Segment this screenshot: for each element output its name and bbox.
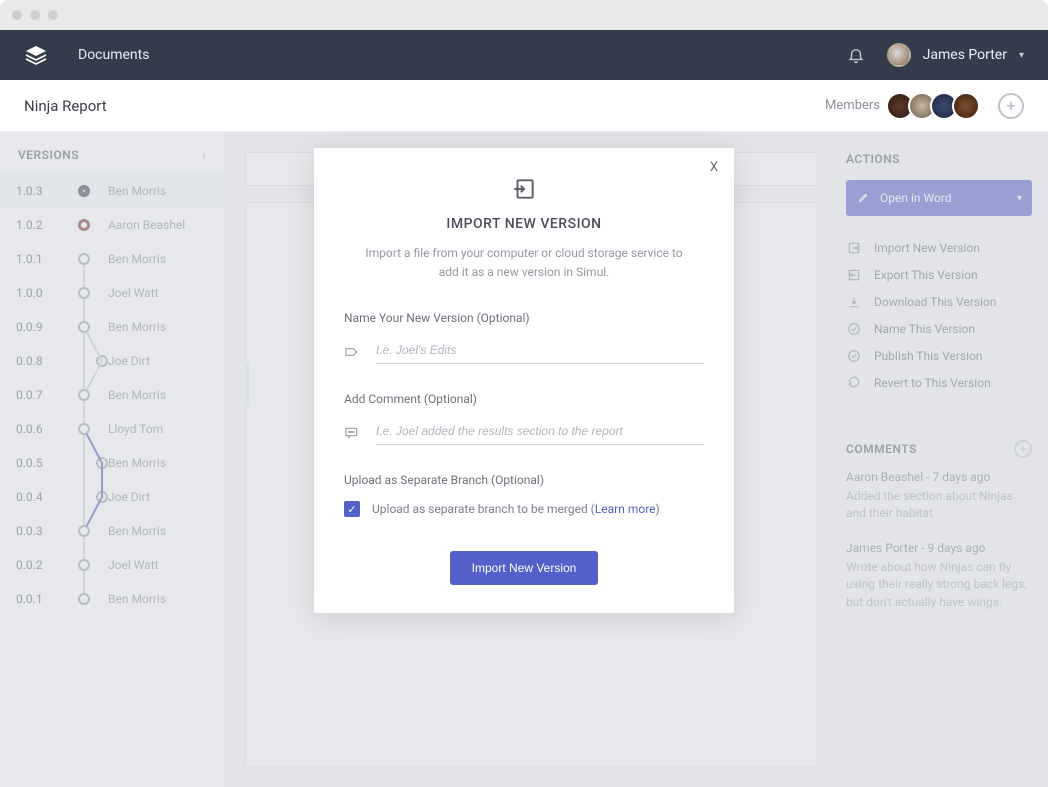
modal-title: IMPORT NEW VERSION <box>344 216 704 232</box>
nav-documents[interactable]: Documents <box>78 47 149 63</box>
modal-overlay: X IMPORT NEW VERSION Import a file from … <box>0 132 1048 787</box>
user-avatar <box>887 43 911 67</box>
window-dot <box>12 10 22 20</box>
import-version-modal: X IMPORT NEW VERSION Import a file from … <box>314 148 734 613</box>
tag-icon <box>344 344 360 360</box>
user-menu[interactable]: James Porter ▾ <box>887 43 1024 67</box>
modal-subtitle: Import a file from your computer or clou… <box>344 244 704 281</box>
document-title: Ninja Report <box>24 97 107 115</box>
import-icon <box>344 176 704 202</box>
top-nav: Documents James Porter ▾ <box>0 30 1048 80</box>
chevron-down-icon: ▾ <box>1019 50 1024 61</box>
members-label: Members <box>825 98 880 113</box>
app-logo-icon[interactable] <box>24 43 48 67</box>
browser-titlebar <box>0 0 1048 30</box>
branch-field-label: Upload as Separate Branch (Optional) <box>344 473 704 487</box>
window-dot <box>48 10 58 20</box>
branch-check-text: Upload as separate branch to be merged (… <box>372 502 660 516</box>
version-name-input[interactable] <box>376 339 704 364</box>
add-member-button[interactable]: + <box>998 93 1024 119</box>
window-dot <box>30 10 40 20</box>
name-field-label: Name Your New Version (Optional) <box>344 311 704 325</box>
notifications-icon[interactable] <box>847 46 865 64</box>
member-avatars <box>892 92 980 120</box>
modal-close-button[interactable]: X <box>710 160 718 175</box>
import-version-submit-button[interactable]: Import New Version <box>450 551 599 585</box>
member-avatar[interactable] <box>952 92 980 120</box>
subheader: Ninja Report Members + <box>0 80 1048 132</box>
comment-field-label: Add Comment (Optional) <box>344 392 704 406</box>
user-name: James Porter <box>923 47 1007 63</box>
learn-more-link[interactable]: Learn more <box>595 502 656 516</box>
comment-icon <box>344 425 360 441</box>
version-comment-input[interactable] <box>376 420 704 445</box>
separate-branch-checkbox[interactable]: ✓ <box>344 501 360 517</box>
